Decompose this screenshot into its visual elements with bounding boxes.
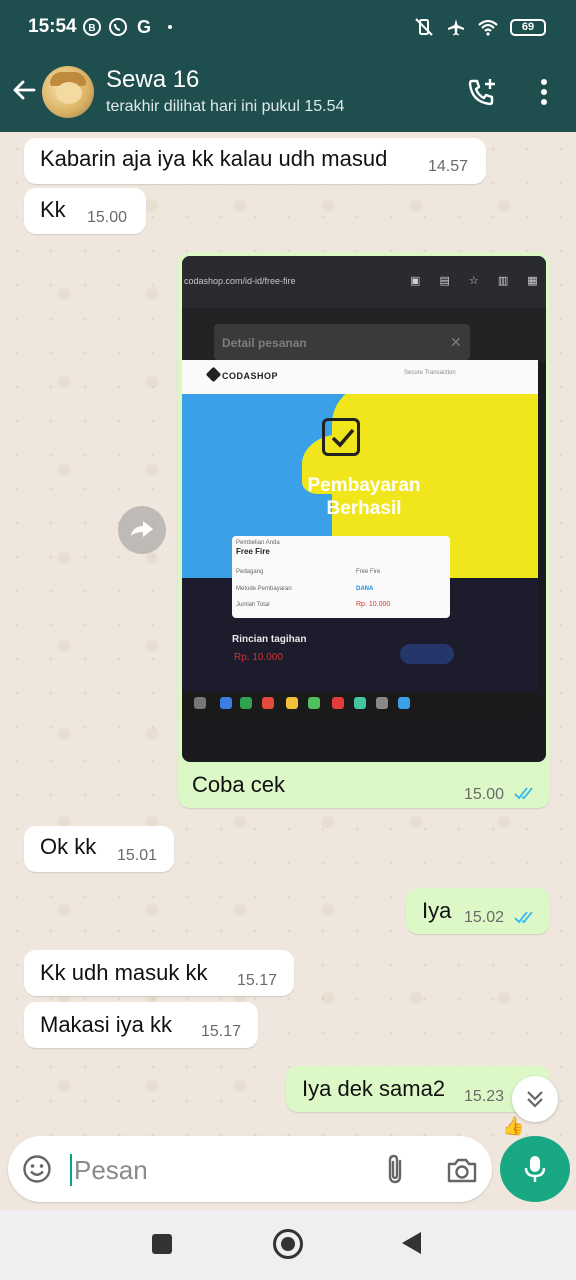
forward-icon	[131, 521, 153, 537]
message-time: 15.00	[464, 786, 505, 803]
message-time: 15.23	[464, 1088, 505, 1105]
checkmark-icon	[322, 418, 360, 456]
image-caption: Coba cek	[192, 772, 285, 797]
chat-header: Sewa 16 terakhir dilihat hari ini pukul …	[0, 56, 576, 132]
message-image[interactable]: codashop.com/id-id/free-fire ▣ ▤ ☆ ▥ ▦ D…	[182, 256, 546, 762]
b-icon: B	[82, 17, 102, 37]
message-text: Ok kk	[40, 834, 97, 859]
message-input[interactable]: Pesan	[74, 1155, 148, 1186]
rincian-title: Rincian tagihan	[232, 634, 307, 645]
vibrate-off-icon	[414, 17, 434, 37]
back-arrow-icon[interactable]	[10, 76, 38, 104]
dot-icon	[164, 17, 184, 37]
brand-logo: CODASHOP	[222, 371, 279, 381]
home-button[interactable]	[273, 1229, 303, 1259]
modal-title: Detail pesanan	[222, 336, 307, 350]
receipt-card: Pembelian Anda Free Fire Pedagang Free F…	[232, 536, 450, 618]
message-time: 15.17	[237, 972, 278, 989]
message-text: Iya	[422, 898, 452, 923]
text-cursor	[70, 1154, 72, 1186]
svg-text:B: B	[88, 23, 95, 34]
message-text: Makasi iya kk	[40, 1012, 173, 1037]
status-bar: 15:54 B G 69	[0, 0, 576, 56]
close-icon: ✕	[450, 334, 462, 350]
message-incoming[interactable]: Kabarin aja iya kk kalau udh masud 14.57	[24, 138, 486, 184]
battery-indicator: 69	[510, 19, 546, 36]
message-incoming[interactable]: Ok kk 15.01	[24, 826, 174, 872]
forward-button[interactable]	[118, 506, 166, 554]
svg-text:G: G	[137, 17, 151, 37]
status-time: 15:54	[28, 16, 77, 37]
message-outgoing[interactable]: Iya 15.02	[406, 888, 550, 934]
emoji-icon[interactable]	[22, 1154, 52, 1184]
wifi-icon	[478, 17, 498, 37]
reaction-thumbs-up-icon: 👍	[502, 1116, 525, 1136]
message-time: 15.17	[201, 1023, 242, 1040]
read-receipt-icon	[514, 911, 533, 924]
back-button[interactable]	[402, 1232, 421, 1254]
recent-apps-button[interactable]	[152, 1234, 172, 1254]
double-chevron-down-icon	[527, 1091, 543, 1108]
attach-icon[interactable]	[382, 1152, 408, 1186]
message-text: Iya dek sama2	[302, 1076, 446, 1101]
airplane-icon	[446, 17, 466, 37]
message-time: 15.01	[117, 847, 158, 864]
rincian-amount: Rp. 10.000	[234, 652, 283, 663]
message-time: 15.00	[87, 209, 128, 226]
add-call-icon[interactable]	[466, 76, 498, 108]
avatar[interactable]	[42, 66, 94, 118]
browser-url: codashop.com/id-id/free-fire	[184, 276, 296, 286]
more-options-icon[interactable]	[530, 76, 558, 108]
whatsapp-icon	[108, 17, 128, 37]
contact-name[interactable]: Sewa 16	[106, 66, 199, 94]
google-icon: G	[134, 17, 154, 37]
message-time: 14.57	[428, 158, 469, 175]
message-text: Kk udh masuk kk	[40, 960, 208, 985]
camera-icon[interactable]	[446, 1156, 478, 1184]
last-seen-status: terakhir dilihat hari ini pukul 15.54	[106, 98, 345, 115]
message-text: Kk	[40, 197, 66, 222]
message-text: Kabarin aja iya kk kalau udh masud	[40, 146, 388, 171]
browser-toolbar-icons: ▣ ▤ ☆ ▥ ▦	[410, 275, 546, 287]
secure-text: Secure Transaction	[404, 370, 456, 376]
message-incoming[interactable]: Kk udh masuk kk 15.17	[24, 950, 294, 996]
microphone-icon	[524, 1156, 546, 1182]
message-incoming[interactable]: Kk 15.00	[24, 188, 146, 234]
payment-success-headline: Pembayaran Berhasil	[307, 475, 421, 519]
read-receipt-icon	[514, 787, 533, 800]
dana-logo: DANA	[356, 586, 374, 592]
message-incoming[interactable]: Makasi iya kk 15.17	[24, 1002, 258, 1048]
voice-message-button[interactable]	[500, 1136, 570, 1202]
message-time: 15.02	[464, 909, 505, 926]
message-outgoing[interactable]: Iya dek sama2 15.23	[286, 1066, 550, 1112]
